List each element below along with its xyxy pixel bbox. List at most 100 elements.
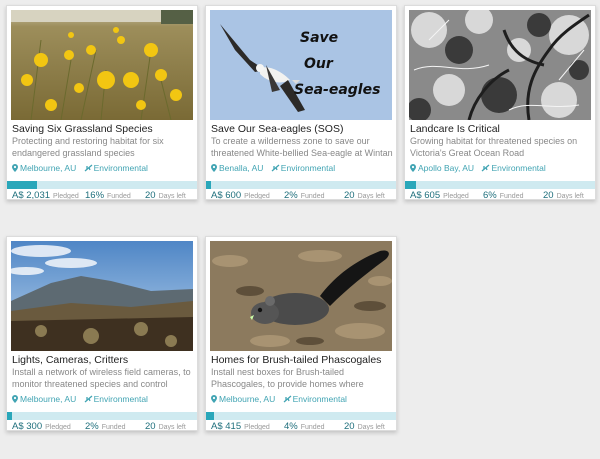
funded-label: Funded — [101, 424, 126, 431]
project-location[interactable]: Melbourne, AU — [20, 163, 76, 173]
project-title[interactable]: Homes for Brush-tailed Phascogales — [211, 354, 393, 366]
project-stats: A$ 600 Pledged 2% Funded 20 Days left — [206, 190, 396, 200]
project-stats: A$ 605 Pledged 6% Funded 20 Days left — [405, 190, 595, 200]
days-left-stat: 20 Days left — [344, 190, 385, 200]
pledged-amount: A$ 600 — [211, 190, 242, 200]
days-left-label: Days left — [357, 193, 385, 200]
project-meta: Melbourne, AU Environmental — [12, 394, 194, 406]
funded-percent: 4% — [284, 421, 298, 431]
project-title[interactable]: Landcare Is Critical — [410, 123, 592, 135]
project-card[interactable]: Save Our Sea-eagles Save Our Sea-eagles … — [205, 5, 397, 200]
days-left-stat: 20 Days left — [344, 421, 385, 431]
project-category[interactable]: Environmental — [281, 163, 335, 173]
image-caption-line-3: Sea-eagles — [294, 82, 380, 98]
project-title[interactable]: Saving Six Grassland Species — [12, 123, 194, 135]
funded-label: Funded — [499, 193, 524, 200]
funding-progress-bar — [7, 412, 197, 420]
project-title[interactable]: Lights, Cameras, Critters — [12, 354, 194, 366]
project-location[interactable]: Benalla, AU — [219, 163, 263, 173]
days-left-label: Days left — [158, 424, 186, 431]
project-location[interactable]: Apollo Bay, AU — [418, 163, 474, 173]
days-left-count: 20 — [344, 190, 355, 200]
project-image-landcare[interactable] — [409, 10, 591, 120]
location-pin-icon — [211, 395, 217, 403]
funded-percent: 2% — [284, 190, 298, 200]
project-image-phascogale[interactable] — [210, 241, 392, 351]
pledged-amount: A$ 300 — [12, 421, 43, 431]
location-pin-icon — [410, 164, 416, 172]
project-image-sea-eagle[interactable]: Save Our Sea-eagles — [210, 10, 392, 120]
funded-stat: 6% Funded — [483, 190, 524, 200]
days-left-label: Days left — [158, 193, 186, 200]
funded-label: Funded — [300, 193, 325, 200]
project-card[interactable]: Lights, Cameras, Critters Install a netw… — [6, 236, 198, 431]
funding-progress-bar — [7, 181, 197, 189]
funding-progress-fill — [7, 412, 12, 420]
project-category[interactable]: Environmental — [293, 394, 347, 404]
category-leaf-icon — [283, 395, 292, 403]
project-location[interactable]: Melbourne, AU — [219, 394, 275, 404]
project-stats: A$ 2,031 Pledged 16% Funded 20 Days left — [7, 190, 197, 200]
pledged-stat: A$ 605 Pledged — [410, 190, 469, 200]
project-image-grassland[interactable] — [11, 10, 193, 120]
category-leaf-icon — [84, 164, 93, 172]
project-category[interactable]: Environmental — [94, 394, 148, 404]
project-card[interactable]: Landcare Is Critical Growing habitat for… — [404, 5, 596, 200]
funding-progress-fill — [206, 412, 214, 420]
project-card[interactable]: Homes for Brush-tailed Phascogales Insta… — [205, 236, 397, 431]
funding-progress-fill — [405, 181, 417, 189]
funding-progress-fill — [206, 181, 211, 189]
category-leaf-icon — [84, 395, 93, 403]
days-left-label: Days left — [357, 424, 385, 431]
category-leaf-icon — [271, 164, 280, 172]
funding-progress-bar — [405, 181, 595, 189]
pledged-stat: A$ 2,031 Pledged — [12, 190, 79, 200]
funded-stat: 2% Funded — [284, 190, 325, 200]
days-left-count: 20 — [145, 421, 156, 431]
pledged-stat: A$ 600 Pledged — [211, 190, 270, 200]
image-caption-line-1: Save — [300, 30, 338, 46]
project-title[interactable]: Save Our Sea-eagles (SOS) — [211, 123, 393, 135]
pledged-stat: A$ 415 Pledged — [211, 421, 270, 431]
project-meta: Benalla, AU Environmental — [211, 163, 393, 175]
project-image-landscape[interactable] — [11, 241, 193, 351]
funded-stat: 16% Funded — [85, 190, 131, 200]
project-description: Install nest boxes for Brush-tailed Phas… — [211, 367, 364, 389]
project-meta: Melbourne, AU Environmental — [211, 394, 393, 406]
funded-percent: 2% — [85, 421, 99, 431]
project-stats: A$ 415 Pledged 4% Funded 20 Days left — [206, 421, 396, 431]
project-category[interactable]: Environmental — [491, 163, 545, 173]
location-pin-icon — [12, 395, 18, 403]
funded-percent: 6% — [483, 190, 497, 200]
pledged-label: Pledged — [443, 193, 469, 200]
pledged-label: Pledged — [244, 424, 270, 431]
project-category[interactable]: Environmental — [94, 163, 148, 173]
pledged-amount: A$ 2,031 — [12, 190, 51, 200]
funding-progress-bar — [206, 412, 396, 420]
project-description: To create a wilderness zone to save our … — [211, 136, 393, 158]
location-pin-icon — [12, 164, 18, 172]
days-left-label: Days left — [556, 193, 584, 200]
pledged-amount: A$ 415 — [211, 421, 242, 431]
funded-label: Funded — [300, 424, 325, 431]
project-meta: Melbourne, AU Environmental — [12, 163, 194, 175]
pledged-label: Pledged — [53, 193, 79, 200]
location-pin-icon — [211, 164, 217, 172]
funding-progress-fill — [7, 181, 38, 189]
project-description: Protecting and restoring habitat for six… — [12, 136, 164, 158]
project-location[interactable]: Melbourne, AU — [20, 394, 76, 404]
category-leaf-icon — [482, 164, 490, 172]
days-left-stat: 20 Days left — [543, 190, 584, 200]
funded-label: Funded — [107, 193, 131, 200]
project-card[interactable]: Saving Six Grassland Species Protecting … — [6, 5, 198, 200]
pledged-label: Pledged — [244, 193, 270, 200]
image-caption-line-2: Our — [304, 56, 334, 72]
days-left-stat: 20 Days left — [145, 421, 186, 431]
project-description: Growing habitat for threatened species o… — [410, 136, 578, 158]
pledged-amount: A$ 605 — [410, 190, 441, 200]
funded-stat: 4% Funded — [284, 421, 325, 431]
project-meta: Apollo Bay, AU Environmental — [410, 163, 592, 175]
days-left-count: 20 — [145, 190, 156, 200]
project-stats: A$ 300 Pledged 2% Funded 20 Days left — [7, 421, 197, 431]
funding-progress-bar — [206, 181, 396, 189]
